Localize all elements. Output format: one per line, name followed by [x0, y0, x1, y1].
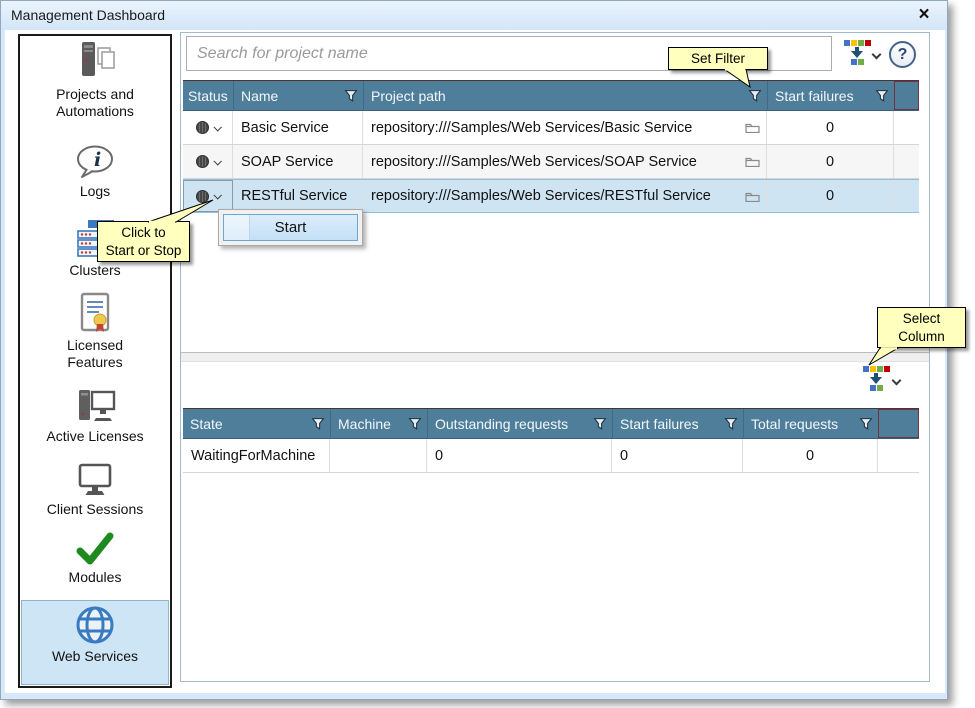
close-icon[interactable]: × [913, 4, 935, 26]
sidebar-item-active-licenses[interactable]: Active Licenses [21, 386, 169, 445]
column-header-start-failures[interactable]: Start failures [767, 81, 894, 110]
help-icon[interactable]: ? [889, 41, 916, 68]
sidebar-item-web-services[interactable]: Web Services [21, 604, 169, 665]
sidebar-item-licensed-features[interactable]: Licensed Features [21, 291, 169, 371]
menu-item-start[interactable]: Start [223, 214, 358, 241]
client-sessions-icon [73, 461, 117, 499]
sidebar-item-label: Client Sessions [43, 501, 147, 518]
column-header-outstanding-requests[interactable]: Outstanding requests [427, 409, 612, 438]
column-chooser-icon[interactable] [862, 366, 890, 392]
filter-icon[interactable] [875, 89, 889, 103]
filter-icon[interactable] [344, 89, 358, 103]
column-header-state[interactable]: State [183, 409, 330, 438]
filter-icon[interactable] [724, 417, 738, 431]
column-header-status[interactable]: Status [183, 81, 233, 110]
active-licenses-icon [72, 386, 118, 426]
projects-icon [72, 40, 118, 84]
status-cell[interactable] [183, 111, 233, 144]
column-chooser-icon[interactable] [843, 40, 871, 66]
logs-icon: i [73, 143, 117, 181]
empty-cell [894, 180, 919, 212]
empty-cell [878, 439, 919, 472]
start-failures-cell: 0 [767, 111, 894, 144]
outstanding-requests-cell: 0 [427, 439, 612, 472]
filter-icon[interactable] [408, 417, 422, 431]
screenshot-root: Management Dashboard × Projects and Auto… [0, 0, 975, 708]
chevron-down-icon[interactable] [213, 123, 221, 131]
column-header-empty [878, 409, 919, 438]
status-orb-icon[interactable] [196, 155, 209, 168]
help-glyph: ? [898, 46, 908, 63]
status-cell[interactable] [183, 145, 233, 178]
name-cell: Basic Service [233, 111, 363, 144]
name-cell: RESTful Service [233, 180, 363, 212]
table-row[interactable]: Basic Service repository:///Samples/Web … [183, 111, 919, 145]
sidebar-item-label: Modules [43, 569, 147, 586]
licensed-features-icon [73, 291, 117, 335]
table-row[interactable]: WaitingForMachine 0 0 0 [183, 439, 919, 473]
projects-table-header: Status Name Project path Start failures [183, 80, 919, 111]
column-header-machine[interactable]: Machine [330, 409, 427, 438]
filter-icon[interactable] [593, 417, 607, 431]
sidebar-item-label: Logs [43, 183, 147, 200]
empty-cell [894, 145, 919, 178]
filter-icon[interactable] [859, 417, 873, 431]
title-bar: Management Dashboard × [1, 1, 947, 30]
sidebar-item-label: Active Licenses [43, 428, 147, 445]
start-failures-cell: 0 [612, 439, 743, 472]
svg-text:i: i [94, 149, 101, 171]
sidebar-item-logs[interactable]: i Logs [21, 143, 169, 200]
state-table-header: State Machine Outstanding requests Start… [183, 408, 919, 439]
window-title: Management Dashboard [11, 7, 165, 23]
path-cell: repository:///Samples/Web Services/Basic… [363, 111, 767, 144]
filter-icon[interactable] [748, 89, 762, 103]
empty-cell [894, 111, 919, 144]
filter-icon[interactable] [311, 417, 325, 431]
callout-set-filter: Set Filter [668, 47, 768, 70]
sidebar-item-client-sessions[interactable]: Client Sessions [21, 461, 169, 518]
start-failures-cell: 0 [767, 145, 894, 178]
start-failures-cell: 0 [767, 180, 894, 212]
web-services-icon [74, 604, 116, 646]
modules-icon [74, 531, 116, 567]
path-cell: repository:///Samples/Web Services/SOAP … [363, 145, 767, 178]
column-header-project-path[interactable]: Project path [363, 81, 767, 110]
callout-select-column: Select Column [877, 307, 966, 348]
callout-tail [140, 198, 220, 223]
state-cell: WaitingForMachine [183, 439, 330, 472]
chevron-down-icon[interactable] [213, 157, 221, 165]
sidebar-item-label: Licensed Features [43, 337, 147, 371]
callout-click-to-start-or-stop: Click to Start or Stop [97, 221, 190, 262]
total-requests-cell: 0 [743, 439, 878, 472]
column-header-total-requests[interactable]: Total requests [743, 409, 878, 438]
panel-splitter[interactable] [181, 352, 929, 362]
status-orb-icon[interactable] [196, 121, 209, 134]
path-cell: repository:///Samples/Web Services/RESTf… [363, 180, 767, 212]
column-header-name[interactable]: Name [233, 81, 363, 110]
table-row-selected[interactable]: RESTful Service repository:///Samples/We… [183, 179, 919, 213]
callout-tail [720, 69, 756, 89]
sidebar-item-projects-and-automations[interactable]: Projects and Automations [21, 40, 169, 120]
column-header-start-failures[interactable]: Start failures [612, 409, 743, 438]
context-menu: Start [218, 209, 363, 246]
menu-icon-gutter [224, 215, 250, 240]
folder-icon[interactable] [745, 156, 760, 167]
sidebar-item-label: Web Services [43, 648, 147, 665]
table-row[interactable]: SOAP Service repository:///Samples/Web S… [183, 145, 919, 179]
column-header-empty [894, 81, 919, 110]
sidebar-item-label: Clusters [43, 262, 147, 279]
folder-icon[interactable] [745, 122, 760, 133]
sidebar-item-label: Projects and Automations [43, 86, 147, 120]
machine-cell [330, 439, 427, 472]
callout-tail [860, 347, 900, 367]
sidebar-item-modules[interactable]: Modules [21, 531, 169, 586]
name-cell: SOAP Service [233, 145, 363, 178]
folder-icon[interactable] [745, 191, 760, 202]
